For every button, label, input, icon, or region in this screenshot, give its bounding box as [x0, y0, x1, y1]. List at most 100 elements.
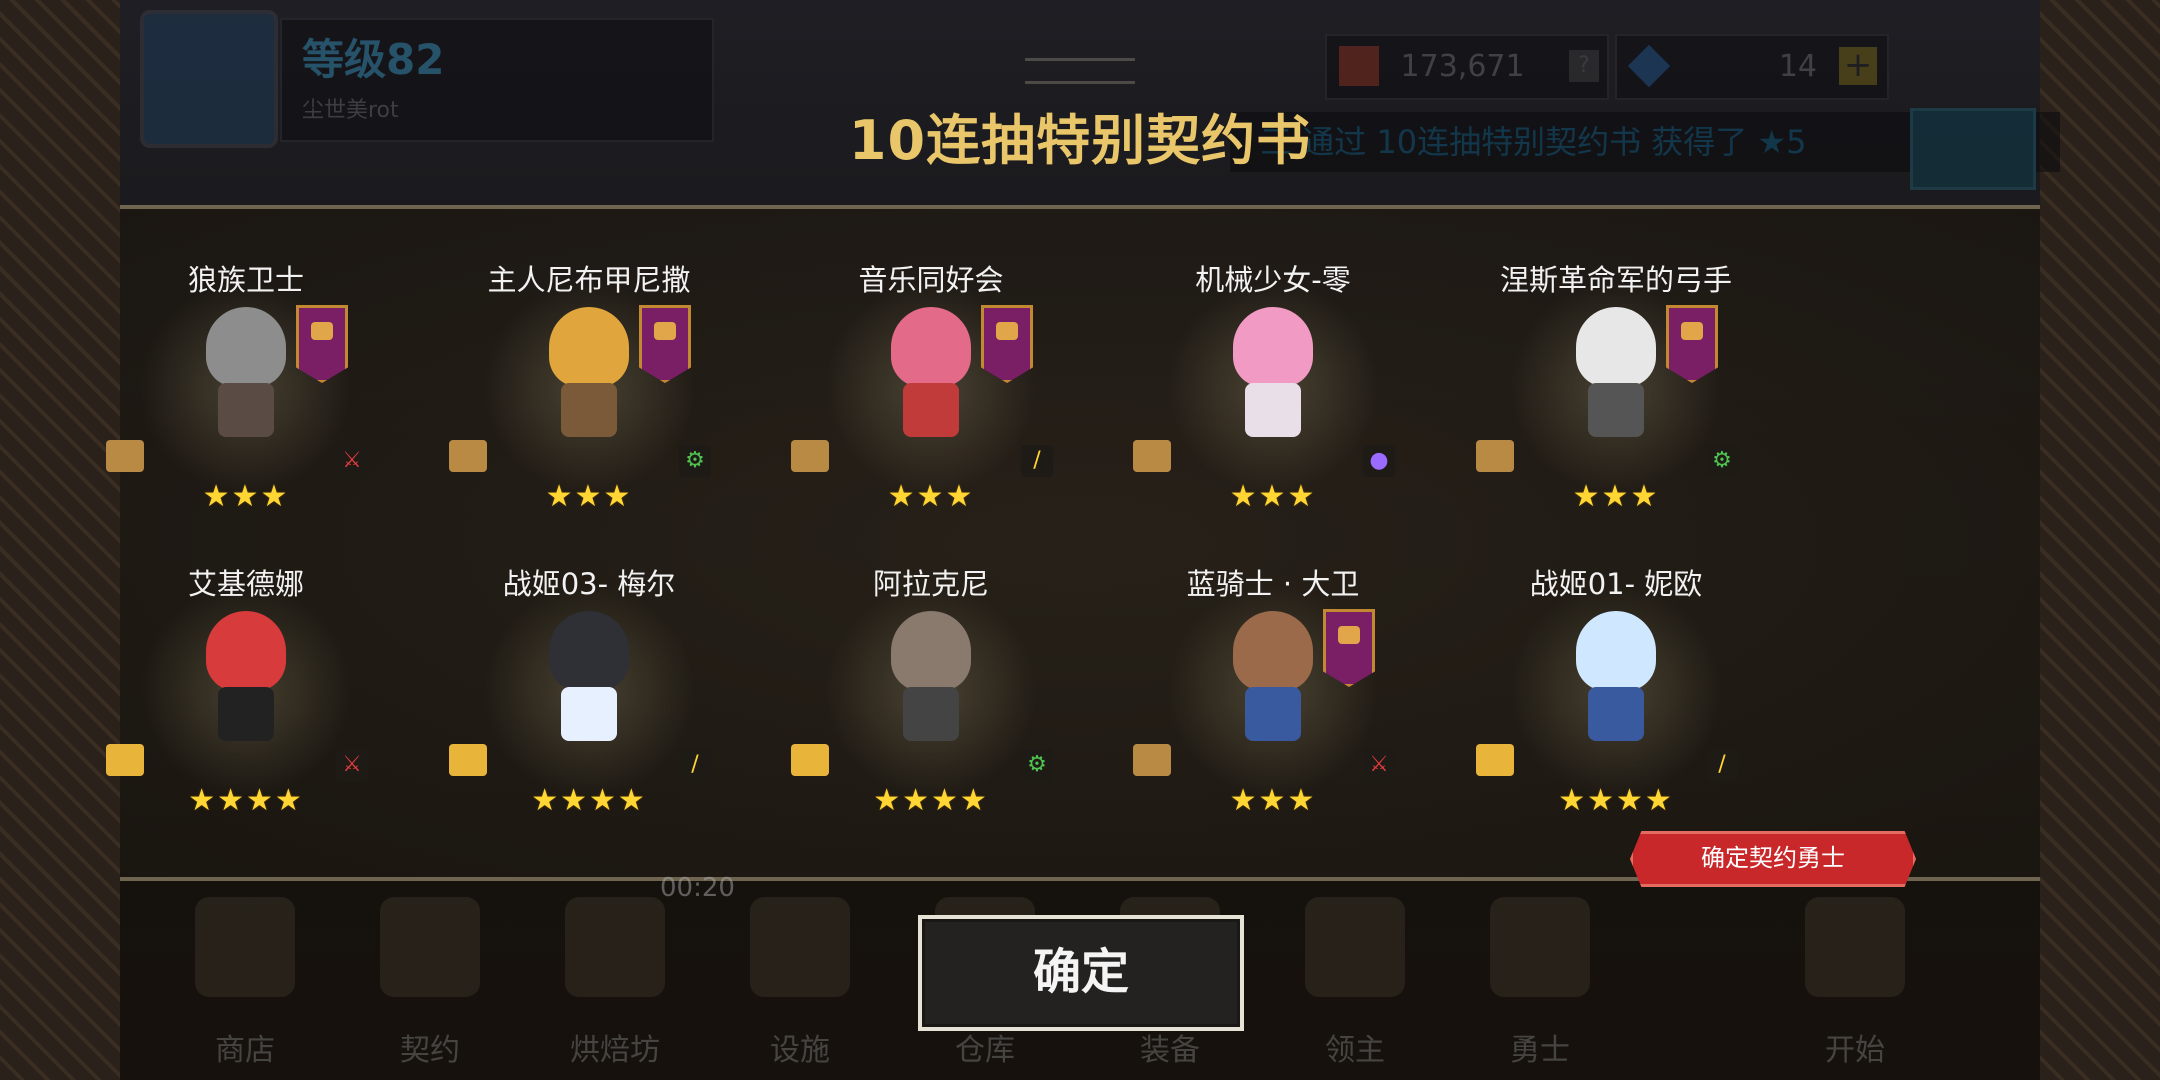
contract-scroll-icon — [1133, 440, 1171, 472]
hero-head — [1576, 307, 1656, 387]
hero-stars: ★★★★ — [531, 783, 647, 818]
hero-body — [218, 687, 274, 741]
hero-card[interactable]: 艾基德娜 ⚔ ★★★★ — [96, 561, 396, 861]
hero-sprite — [1556, 307, 1676, 447]
hero-card[interactable]: 音乐同好会 / ★★★ — [781, 257, 1081, 557]
hero-head — [1576, 611, 1656, 691]
hero-sprite — [1213, 307, 1333, 447]
sword-icon: ⚔ — [336, 749, 368, 781]
banner-emblem — [996, 322, 1018, 340]
nav-label: 装备 — [1140, 1033, 1200, 1068]
contract-scroll-icon — [449, 440, 487, 472]
gem-value: 14 — [1778, 49, 1817, 84]
faction-banner-icon — [981, 305, 1033, 383]
hero-sprite — [186, 307, 306, 447]
nav-icon — [750, 897, 850, 997]
hero-sprite — [1213, 611, 1333, 751]
hero-stars: ★★★★ — [188, 783, 304, 818]
gold-value: 173,671 — [1400, 49, 1525, 84]
hero-sprite — [1556, 611, 1676, 751]
nav-item[interactable]: 勇士 — [1465, 897, 1615, 1068]
hero-sprite — [186, 611, 306, 751]
hero-name: 音乐同好会 — [858, 263, 1004, 297]
hero-head — [891, 307, 971, 387]
hero-body — [561, 687, 617, 741]
hero-card[interactable]: 蓝骑士 · 大卫 ⚔ ★★★ — [1123, 561, 1423, 861]
nav-icon — [565, 897, 665, 997]
nav-icon — [1490, 897, 1590, 997]
contract-scroll-icon — [1476, 744, 1514, 776]
nav-item[interactable]: 开始 — [1780, 897, 1930, 1068]
nav-item[interactable]: 契约 — [355, 897, 505, 1068]
contract-scroll-icon — [1133, 744, 1171, 776]
nav-icon — [380, 897, 480, 997]
nav-label: 仓库 — [955, 1033, 1015, 1068]
sword-icon: ⚔ — [336, 445, 368, 477]
staff-icon: / — [679, 749, 711, 781]
hero-card[interactable]: 阿拉克尼 ⚙ ★★★★ — [781, 561, 1081, 861]
hero-name: 战姬01- 妮欧 — [1529, 567, 1703, 601]
faction-banner-icon — [1666, 305, 1718, 383]
sword-icon: ⚔ — [1363, 749, 1395, 781]
title-ornament — [1025, 58, 1135, 84]
contract-scroll-icon — [791, 440, 829, 472]
add-gems-button[interactable]: + — [1839, 47, 1877, 85]
nav-item[interactable]: 烘焙坊 — [540, 897, 690, 1068]
gem-icon — [1627, 44, 1671, 88]
hero-head — [1233, 307, 1313, 387]
hero-name: 涅斯革命军的弓手 — [1499, 263, 1732, 297]
faction-banner-icon — [1323, 609, 1375, 687]
contract-scroll-icon — [449, 744, 487, 776]
banner-emblem — [1338, 626, 1360, 644]
hero-body — [1588, 687, 1644, 741]
player-level: 等级82 — [302, 35, 445, 84]
hero-card[interactable]: 狼族卫士 ⚔ ★★★ — [96, 257, 396, 557]
hero-name: 阿拉克尼 — [872, 567, 989, 601]
nav-label: 契约 — [400, 1033, 460, 1068]
banner-emblem — [1681, 322, 1703, 340]
nav-icon — [1805, 897, 1905, 997]
gear-icon: ⚙ — [1021, 749, 1053, 781]
nav-label: 烘焙坊 — [570, 1033, 660, 1068]
hero-head — [549, 611, 629, 691]
nav-label: 商店 — [215, 1033, 275, 1068]
hero-head — [891, 611, 971, 691]
faction-banner-icon — [639, 305, 691, 383]
nav-icon — [195, 897, 295, 997]
hero-stars: ★★★ — [1229, 783, 1317, 818]
hero-stars: ★★★ — [202, 479, 290, 514]
gem-counter: 14 + — [1615, 34, 1889, 100]
contract-scroll-icon — [791, 744, 829, 776]
hero-name: 战姬03- 梅尔 — [502, 567, 676, 601]
hero-card[interactable]: 涅斯革命军的弓手 ⚙ ★★★ — [1466, 257, 1766, 557]
hero-name: 蓝骑士 · 大卫 — [1186, 567, 1360, 601]
summon-results-panel: 狼族卫士 ⚔ ★★★ 主人尼布甲尼撒 ⚙ ★★★ 音乐同好会 / ★★★ 机械少女-零 ● ★★★ 涅斯… — [106, 205, 2040, 881]
hero-body — [218, 383, 274, 437]
hero-body — [1245, 687, 1301, 741]
hero-stars: ★★★ — [1229, 479, 1317, 514]
hero-stars: ★★★ — [1572, 479, 1660, 514]
banner-emblem — [654, 322, 676, 340]
hero-card[interactable]: 机械少女-零 ● ★★★ — [1123, 257, 1423, 557]
hero-body — [1588, 383, 1644, 437]
orb-icon: ● — [1363, 445, 1395, 477]
nav-label: 勇士 — [1510, 1033, 1570, 1068]
nav-item[interactable]: 设施 — [725, 897, 875, 1068]
hero-sprite — [871, 611, 991, 751]
nav-item[interactable]: 商店 — [170, 897, 320, 1068]
hero-body — [1245, 383, 1301, 437]
confirm-button[interactable]: 确定 — [918, 915, 1244, 1031]
nav-label: 开始 — [1825, 1033, 1885, 1068]
hero-body — [903, 383, 959, 437]
help-icon[interactable]: ? — [1569, 50, 1599, 82]
hero-head — [549, 307, 629, 387]
contract-scroll-icon — [106, 744, 144, 776]
hero-card[interactable]: 战姬01- 妮欧 / ★★★★ — [1466, 561, 1766, 861]
gold-counter: 173,671 ? — [1325, 34, 1609, 100]
hero-card[interactable]: 主人尼布甲尼撒 ⚙ ★★★ — [439, 257, 739, 557]
hero-stars: ★★★ — [887, 479, 975, 514]
hero-name: 主人尼布甲尼撒 — [487, 263, 691, 297]
hero-card[interactable]: 战姬03- 梅尔 / ★★★★ — [439, 561, 739, 861]
staff-icon: / — [1021, 445, 1053, 477]
nav-item[interactable]: 领主 — [1280, 897, 1430, 1068]
